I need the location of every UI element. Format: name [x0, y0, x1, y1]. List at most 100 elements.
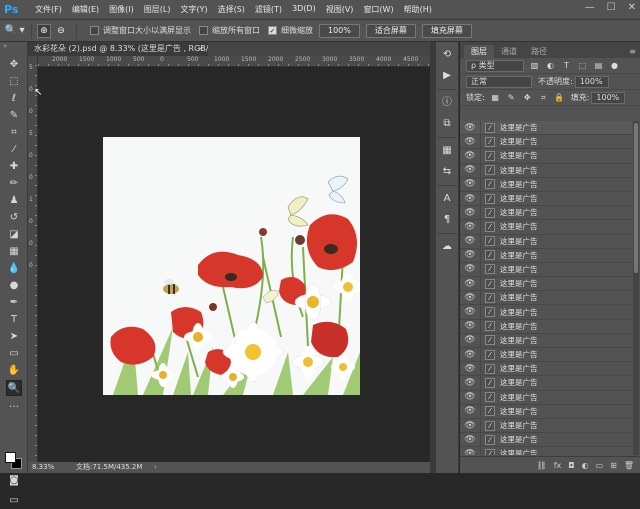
gradient-tool-icon[interactable]: ▦ [6, 244, 22, 260]
layer-row[interactable]: 👁 ⁄ 这里是广告 [460, 447, 632, 455]
zoom-in-icon[interactable]: ⊕ [37, 23, 51, 38]
layer-row[interactable]: 👁 ⁄ 这里是广告 [460, 220, 632, 235]
screen-mode-icon[interactable]: ▭ [6, 493, 22, 509]
quick-select-tool-icon[interactable]: ✎ [6, 108, 22, 124]
layer-row[interactable]: 👁 ⁄ 这里是广告 [460, 262, 632, 278]
visibility-eye-icon[interactable]: 👁 [464, 236, 476, 246]
lock-transparent-icon[interactable]: ▦ [490, 92, 501, 103]
visibility-eye-icon[interactable]: 👁 [464, 307, 476, 317]
path-select-icon[interactable]: ➤ [6, 329, 22, 345]
crop-tool-icon[interactable]: ⌗ [6, 125, 22, 141]
dodge-tool-icon[interactable]: ● [6, 278, 22, 294]
zoom-tool-icon[interactable]: 🔍 [6, 380, 22, 396]
visibility-eye-icon[interactable]: 👁 [464, 279, 476, 289]
document-size[interactable]: 文档:71.5M/435.2M [76, 462, 142, 473]
visibility-eye-icon[interactable]: 👁 [464, 137, 476, 147]
lock-artboard-icon[interactable]: ⌗ [538, 92, 549, 103]
layer-row[interactable]: 👁 ⁄ 这里是广告 [460, 319, 632, 334]
layer-row[interactable]: 👁 ⁄ 这里是广告 [460, 348, 632, 363]
visibility-eye-icon[interactable]: 👁 [464, 378, 476, 388]
new-group-icon[interactable]: ▭ [596, 461, 604, 470]
menu-item-5[interactable]: 选择(S) [213, 4, 250, 15]
layer-row[interactable]: 👁 ⁄ 这里是广告 [460, 149, 632, 164]
menu-item-8[interactable]: 视图(V) [321, 4, 359, 15]
brush-tool-icon[interactable]: ✏ [6, 176, 22, 192]
tab-layers[interactable]: 图层 [464, 45, 494, 58]
layer-row[interactable]: 👁 ⁄ 这里是广告 [460, 248, 632, 263]
more-tools-icon[interactable]: … [6, 397, 22, 413]
type-tool-icon[interactable]: T [6, 312, 22, 328]
lock-pixels-icon[interactable]: ✎ [506, 92, 517, 103]
layer-row[interactable]: 👁 ⁄ 这里是广告 [460, 135, 632, 150]
visibility-eye-icon[interactable]: 👁 [464, 194, 476, 204]
visibility-eye-icon[interactable]: 👁 [464, 406, 476, 416]
new-layer-icon[interactable]: ⊞ [610, 461, 617, 470]
canvas-area[interactable]: ↖ [34, 67, 430, 462]
layer-row[interactable]: 👁 ⁄ 这里是广告 [460, 234, 632, 249]
pixel-filter-icon[interactable]: ▨ [529, 60, 540, 71]
visibility-eye-icon[interactable]: 👁 [464, 123, 476, 133]
swatches-icon[interactable]: ⇆ [439, 164, 455, 180]
layer-row[interactable]: 👁 ⁄ 这里是广告 [460, 305, 632, 320]
tab-channels[interactable]: 通道 [494, 45, 524, 58]
layer-row[interactable]: 👁 ⁄ 这里是广告 [460, 177, 632, 192]
layer-row[interactable]: 👁 ⁄ 这里是广告 [460, 291, 632, 306]
visibility-eye-icon[interactable]: 👁 [464, 264, 476, 274]
tool-preset-dropdown-icon[interactable]: ▾ [18, 24, 26, 38]
paragraph-icon[interactable]: ¶ [439, 212, 455, 228]
visibility-eye-icon[interactable]: 👁 [464, 435, 476, 445]
menu-item-1[interactable]: 编辑(E) [67, 4, 104, 15]
play-action-icon[interactable]: ▶ [439, 68, 455, 84]
healing-brush-icon[interactable]: ✚ [6, 159, 22, 175]
libraries-icon[interactable]: ☁ [439, 239, 455, 255]
blur-tool-icon[interactable]: 💧 [6, 261, 22, 277]
blend-mode-select[interactable]: 正常 [466, 75, 532, 88]
visibility-eye-icon[interactable]: 👁 [464, 179, 476, 189]
layer-row[interactable]: 👁 ⁄ 这里是广告 [460, 404, 632, 419]
clone-source-icon[interactable]: ⧉ [439, 116, 455, 132]
layer-row[interactable]: 👁 ⁄ 这里是广告 [460, 376, 632, 391]
layer-row[interactable]: 👁 ⁄ 这里是广告 [460, 333, 632, 348]
layer-row[interactable]: 👁 ⁄ 这里是广告 [460, 362, 632, 377]
adjustment-filter-icon[interactable]: ◐ [545, 60, 556, 71]
status-menu-icon[interactable]: › [154, 462, 157, 473]
tab-paths[interactable]: 路径 [524, 45, 554, 58]
menu-item-10[interactable]: 帮助(H) [399, 4, 437, 15]
fill-field[interactable]: 100% [591, 91, 626, 104]
document-tab[interactable]: 水彩花朵 (2).psd @ 8.33% (这里是广告 , RGB/8) × [28, 42, 208, 56]
eraser-tool-icon[interactable]: ◪ [6, 227, 22, 243]
zoom-all-checkbox[interactable]: 缩放所有窗口 [199, 25, 260, 36]
adjustments-icon[interactable]: ▦ [439, 143, 455, 159]
add-mask-icon[interactable]: ◘ [568, 461, 574, 470]
visibility-eye-icon[interactable]: 👁 [464, 208, 476, 218]
layer-style-icon[interactable]: fx [554, 461, 562, 470]
visibility-eye-icon[interactable]: 👁 [464, 250, 476, 260]
collapse-icon[interactable]: » [0, 42, 27, 56]
zoom-100-button[interactable]: 100% [319, 23, 360, 38]
menu-item-9[interactable]: 窗口(W) [358, 4, 398, 15]
visibility-eye-icon[interactable]: 👁 [464, 421, 476, 431]
menu-item-3[interactable]: 图层(L) [139, 4, 176, 15]
visibility-eye-icon[interactable]: 👁 [464, 165, 476, 175]
eyedropper-tool-icon[interactable]: ⁄ [6, 142, 22, 158]
visibility-eye-icon[interactable]: 👁 [464, 222, 476, 232]
info-icon[interactable]: ⓘ [439, 95, 455, 111]
opacity-field[interactable]: 100% [574, 75, 609, 88]
adjustment-layer-icon[interactable]: ◐ [582, 461, 589, 470]
visibility-eye-icon[interactable]: 👁 [464, 335, 476, 345]
document-canvas[interactable] [103, 137, 360, 395]
layer-row[interactable]: 👁 ⁄ 这里是广告 [460, 433, 632, 448]
menu-item-7[interactable]: 3D(D) [287, 4, 321, 15]
zoom-level[interactable]: 8.33% [32, 462, 54, 473]
visibility-eye-icon[interactable]: 👁 [464, 293, 476, 303]
visibility-eye-icon[interactable]: 👁 [464, 151, 476, 161]
fit-screen-button[interactable]: 适合屏幕 [365, 23, 416, 38]
delete-layer-icon[interactable]: 🗑 [624, 461, 634, 470]
lock-position-icon[interactable]: ✥ [522, 92, 533, 103]
filter-kind-select[interactable]: ρ 类型 [466, 59, 524, 72]
shape-filter-icon[interactable]: ⬚ [577, 60, 588, 71]
menu-item-6[interactable]: 滤镜(T) [250, 4, 287, 15]
move-tool-icon[interactable]: ✥ [6, 57, 22, 73]
layer-row[interactable]: 👁 ⁄ 这里是广告 [460, 390, 632, 405]
visibility-eye-icon[interactable]: 👁 [464, 364, 476, 374]
